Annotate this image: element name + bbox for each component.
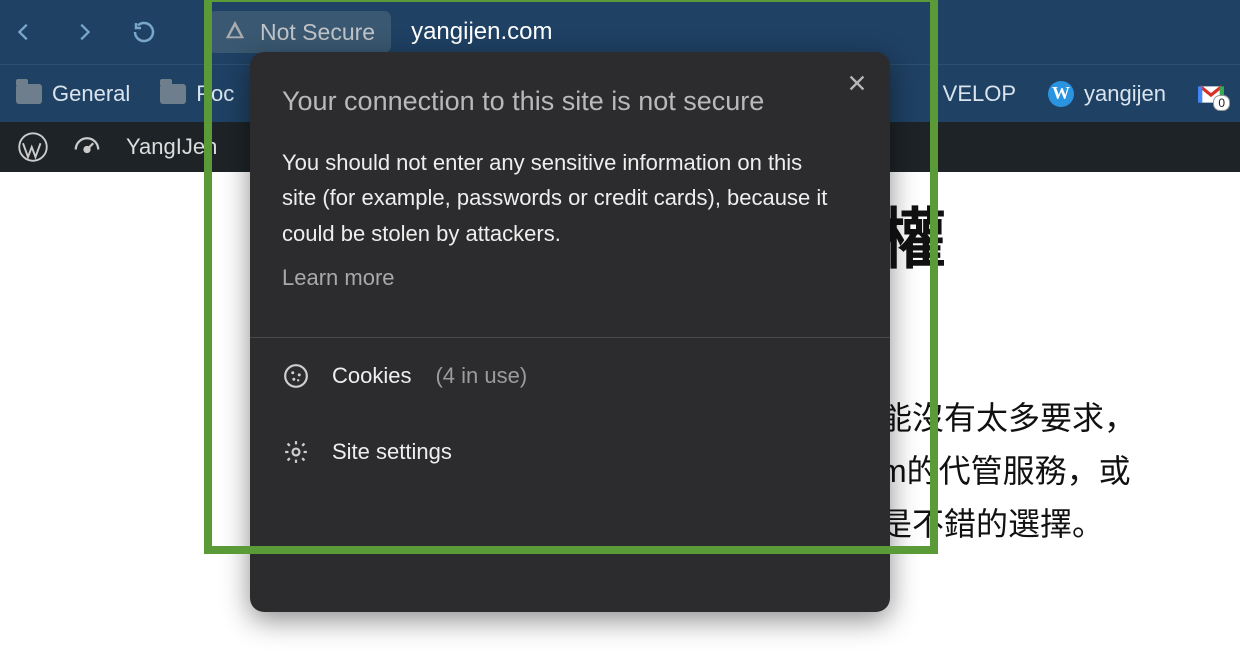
- bookmark-yangijen[interactable]: W yangijen: [1042, 77, 1172, 111]
- learn-more-link[interactable]: Learn more: [282, 265, 858, 291]
- bookmark-develop[interactable]: VELOP: [937, 77, 1022, 111]
- bookmark-label: General: [52, 81, 130, 107]
- cookies-label: Cookies: [332, 363, 411, 389]
- wordpress-logo-icon[interactable]: [18, 132, 48, 162]
- bookmark-pocket[interactable]: Poc: [154, 77, 240, 111]
- bookmark-label: yangijen: [1084, 81, 1166, 107]
- popup-title: Your connection to this site is not secu…: [282, 82, 802, 121]
- bookmark-label: VELOP: [943, 81, 1016, 107]
- site-settings-row[interactable]: Site settings: [282, 414, 858, 490]
- wordpress-icon: W: [1048, 81, 1074, 107]
- not-secure-label: Not Secure: [260, 19, 375, 46]
- back-button[interactable]: [10, 18, 38, 46]
- page-line: 能沒有太多要求，: [880, 400, 1136, 436]
- page-line: 是不錯的選擇。: [880, 506, 1104, 542]
- close-icon[interactable]: [846, 72, 868, 99]
- reload-button[interactable]: [130, 18, 158, 46]
- unread-badge: 0: [1213, 95, 1230, 111]
- popup-body: You should not enter any sensitive infor…: [282, 145, 842, 251]
- gmail-icon: 0: [1198, 83, 1224, 105]
- cookie-icon: [282, 362, 310, 390]
- bookmark-label: Poc: [196, 81, 234, 107]
- gear-icon: [282, 438, 310, 466]
- address-domain[interactable]: yangijen.com: [405, 18, 552, 46]
- wp-site-name[interactable]: YangIJen: [126, 134, 217, 160]
- site-settings-label: Site settings: [332, 439, 452, 465]
- cookies-count: (4 in use): [435, 363, 527, 389]
- folder-icon: [16, 84, 42, 104]
- page-line: m的代管服務，或: [880, 453, 1131, 489]
- warning-icon: [224, 19, 246, 46]
- security-popup: Your connection to this site is not secu…: [250, 52, 890, 612]
- folder-icon: [160, 84, 186, 104]
- security-chip[interactable]: Not Secure: [208, 11, 391, 53]
- bookmark-general[interactable]: General: [10, 77, 136, 111]
- dashboard-icon[interactable]: [72, 132, 102, 162]
- cookies-row[interactable]: Cookies (4 in use): [282, 338, 858, 414]
- forward-button[interactable]: [70, 18, 98, 46]
- bookmark-gmail[interactable]: 0: [1192, 79, 1230, 109]
